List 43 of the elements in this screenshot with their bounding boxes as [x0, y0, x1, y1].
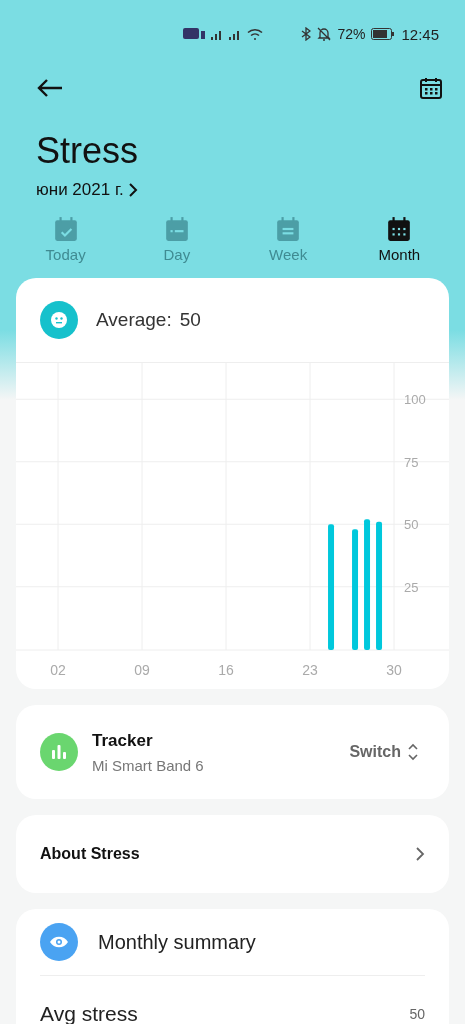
y-axis-label: 50 [404, 517, 419, 533]
summary-value: 50 [409, 1006, 425, 1022]
back-button[interactable] [36, 78, 64, 98]
calendar-icon [275, 216, 302, 242]
calendar-icon [52, 216, 79, 242]
signal-icon [211, 28, 224, 40]
up-down-chevron-icon [407, 743, 419, 761]
calendar-icon [163, 216, 190, 242]
summary-title: Monthly summary [98, 930, 256, 954]
battery-icon [371, 28, 396, 40]
chevron-right-icon [127, 183, 138, 197]
average-value: 50 [179, 309, 201, 331]
calendar-icon [386, 216, 413, 242]
muted-bell-icon [317, 27, 332, 41]
x-axis-label: 16 [218, 662, 234, 678]
about-label: About Stress [40, 845, 141, 863]
chevron-right-icon [415, 846, 425, 862]
x-axis-label: 30 [386, 662, 402, 678]
y-axis-label: 25 [404, 579, 419, 595]
x-axis-label: 02 [50, 662, 66, 678]
device-name: Mi Smart Band 6 [92, 756, 205, 774]
page-title: Stress [36, 130, 140, 172]
bar-chart-icon [40, 733, 78, 771]
volte-icon [183, 28, 206, 40]
wifi-icon [247, 28, 264, 40]
tracker-title: Tracker [92, 730, 154, 751]
neutral-face-icon [40, 301, 78, 339]
clock: 12:45 [401, 25, 439, 43]
battery-percent: 72% [337, 26, 366, 42]
average-label: Average: [96, 309, 172, 331]
bluetooth-icon [301, 27, 312, 41]
x-axis-label: 09 [134, 662, 150, 678]
back-icon [36, 78, 64, 98]
y-axis-label: 75 [404, 454, 419, 470]
calendar-button[interactable] [419, 76, 443, 100]
signal-icon [229, 28, 242, 40]
period-tab[interactable]: Month [359, 206, 440, 268]
about-card[interactable]: About Stress [16, 815, 449, 893]
x-axis-label: 23 [302, 662, 318, 678]
y-axis-label: 100 [404, 392, 426, 408]
period-selector[interactable]: юни 2021 г. [36, 180, 138, 200]
switch-button[interactable]: Switch [343, 742, 425, 762]
eye-icon [40, 923, 78, 961]
